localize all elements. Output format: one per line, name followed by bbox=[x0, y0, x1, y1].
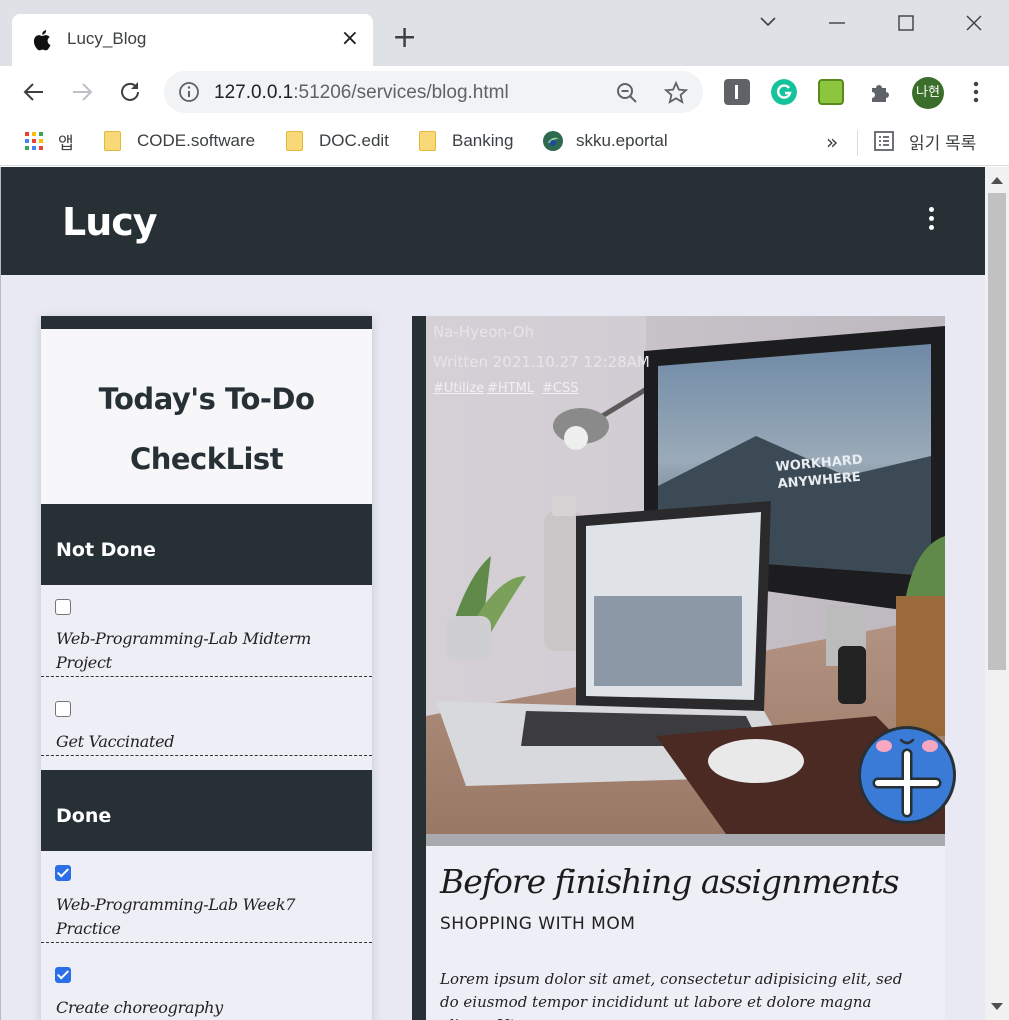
todo-checkbox[interactable] bbox=[55, 701, 71, 717]
bookmark-apps[interactable]: 앱 bbox=[24, 128, 74, 154]
post-left-border bbox=[412, 316, 426, 1020]
reload-icon[interactable] bbox=[116, 78, 144, 106]
bookmark-doc-edit[interactable]: DOC.edit bbox=[286, 128, 389, 154]
bookmark-code-software[interactable]: CODE.software bbox=[104, 128, 255, 154]
scroll-down-arrow-icon[interactable] bbox=[991, 1003, 1003, 1010]
site-title[interactable]: Lucy bbox=[62, 200, 158, 244]
new-tab-button[interactable]: + bbox=[392, 22, 417, 54]
todo-text: Web-Programming-Lab Week7 Practice bbox=[56, 895, 296, 938]
apps-grid-icon bbox=[25, 132, 43, 150]
folder-icon bbox=[104, 131, 121, 151]
tab-title: Lucy_Blog bbox=[67, 29, 147, 48]
todo-text: Get Vaccinated bbox=[56, 732, 175, 751]
checklist-top-bar bbox=[41, 316, 372, 329]
post-date: Written 2021.10.27 12:28AM bbox=[433, 353, 650, 371]
menu-dots-icon[interactable] bbox=[926, 207, 936, 233]
zoom-out-icon[interactable] bbox=[615, 81, 639, 105]
todo-text: Web-Programming-Lab Midterm Project bbox=[56, 629, 312, 672]
bookmark-label: CODE.software bbox=[137, 131, 256, 150]
tab-search-icon[interactable] bbox=[748, 8, 788, 38]
address-bar[interactable]: 127.0.0.1:51206/services/blog.html bbox=[164, 71, 703, 113]
maximize-icon[interactable] bbox=[886, 8, 926, 38]
post-author: Na-Hyeon-Oh bbox=[433, 323, 535, 341]
todo-item: Get Vaccinated bbox=[41, 677, 372, 756]
browser-tab[interactable]: Lucy_Blog × bbox=[12, 14, 373, 66]
bookmark-skku-eportal[interactable]: skku.eportal bbox=[542, 128, 668, 154]
bookmark-label: skku.eportal bbox=[576, 131, 668, 150]
scrollbar-thumb[interactable] bbox=[988, 193, 1006, 670]
profile-avatar[interactable]: 나현 bbox=[912, 77, 944, 109]
tab-close-icon[interactable]: × bbox=[341, 26, 359, 52]
post-title: Before finishing assignments bbox=[440, 862, 900, 901]
post-subtitle: SHOPPING WITH MOM bbox=[440, 914, 636, 934]
close-window-icon[interactable] bbox=[954, 8, 994, 38]
folder-icon bbox=[419, 131, 436, 151]
post-body: Lorem ipsum dolor sit amet, consectetur … bbox=[440, 970, 903, 1020]
done-section-header: Done bbox=[41, 770, 372, 851]
todo-checkbox[interactable] bbox=[55, 599, 71, 615]
forward-arrow-icon[interactable] bbox=[68, 78, 96, 106]
checklist-header: Today's To-Do CheckList bbox=[41, 329, 372, 504]
bookmarks-more-button[interactable]: » bbox=[826, 130, 838, 154]
todo-item: Web-Programming-Lab Midterm Project bbox=[41, 585, 372, 677]
tag-link[interactable]: #CSS bbox=[542, 381, 578, 396]
extension-i-icon[interactable] bbox=[724, 79, 750, 105]
extensions-puzzle-icon[interactable] bbox=[867, 79, 893, 105]
add-post-button[interactable] bbox=[856, 724, 958, 826]
grammarly-icon[interactable] bbox=[771, 79, 797, 105]
bookmark-label: 앱 bbox=[58, 133, 74, 153]
reading-list-label: 읽기 목록 bbox=[909, 133, 977, 153]
browser-toolbar: 127.0.0.1:51206/services/blog.html 나현 bbox=[0, 66, 1009, 118]
scroll-up-arrow-icon[interactable] bbox=[991, 177, 1003, 184]
more-menu-icon[interactable] bbox=[962, 78, 990, 106]
info-icon[interactable] bbox=[178, 81, 200, 103]
todo-checkbox-checked[interactable] bbox=[55, 967, 71, 983]
tag-link[interactable]: #Utilize bbox=[433, 381, 484, 396]
bookmark-star-icon[interactable] bbox=[663, 80, 689, 106]
todo-text: Create choreography bbox=[56, 998, 223, 1017]
section-label: Done bbox=[56, 805, 112, 827]
icam-extension-icon[interactable] bbox=[818, 79, 844, 105]
back-arrow-icon[interactable] bbox=[20, 78, 48, 106]
browser-tab-strip: Lucy_Blog × + bbox=[0, 0, 1009, 66]
checklist-title: Today's To-Do CheckList bbox=[98, 382, 315, 476]
site-header: Lucy bbox=[1, 167, 985, 275]
todo-checklist-card: Today's To-Do CheckList Not Done Web-Pro… bbox=[41, 316, 372, 1020]
site-icon bbox=[543, 131, 563, 151]
page-viewport: Lucy Today's To-Do CheckList Not Done We… bbox=[0, 167, 985, 1020]
bookmark-label: Banking bbox=[452, 131, 514, 150]
bookmarks-divider bbox=[857, 130, 858, 156]
blog-post-card: WORKHARD ANYWHERE Na-Hyeon-Oh Written 20… bbox=[412, 316, 945, 1020]
reading-list-icon bbox=[874, 131, 894, 151]
page-scrollbar[interactable] bbox=[985, 167, 1009, 1020]
image-bottom-strip bbox=[426, 834, 945, 846]
minimize-icon[interactable] bbox=[817, 8, 857, 38]
bookmarks-bar: 앱 CODE.software DOC.edit Banking skku.ep… bbox=[0, 118, 1009, 166]
url-text: 127.0.0.1:51206/services/blog.html bbox=[214, 82, 509, 103]
todo-item: Create choreography bbox=[41, 943, 372, 1020]
todo-checkbox-checked[interactable] bbox=[55, 865, 71, 881]
todo-item: Web-Programming-Lab Week7 Practice bbox=[41, 851, 372, 943]
apple-icon bbox=[33, 30, 51, 51]
folder-icon bbox=[286, 131, 303, 151]
reading-list-button[interactable]: 읽기 목록 bbox=[873, 128, 976, 154]
section-label: Not Done bbox=[56, 539, 156, 561]
tag-link[interactable]: #HTML bbox=[487, 381, 534, 396]
not-done-section-header: Not Done bbox=[41, 504, 372, 585]
bookmark-label: DOC.edit bbox=[319, 131, 389, 150]
bookmark-banking[interactable]: Banking bbox=[419, 128, 513, 154]
